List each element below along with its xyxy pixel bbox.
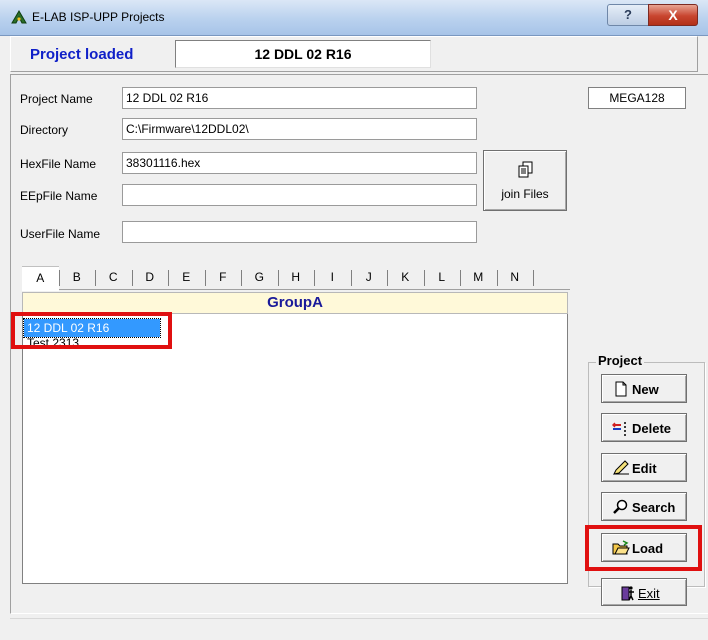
tab-i[interactable]: I — [314, 266, 351, 290]
new-button[interactable]: New — [601, 374, 687, 403]
search-button-label: Search — [632, 500, 676, 515]
userfile-label: UserFile Name — [20, 227, 101, 241]
tab-h[interactable]: H — [278, 266, 315, 290]
app-icon — [11, 10, 27, 24]
project-name-field[interactable]: 12 DDL 02 R16 — [122, 87, 477, 109]
edit-button[interactable]: Edit — [601, 453, 687, 482]
project-list[interactable] — [22, 314, 568, 584]
new-button-label: New — [632, 382, 659, 397]
directory-field[interactable]: C:\Firmware\12DDL02\ — [122, 118, 477, 140]
project-name-label: Project Name — [20, 92, 93, 106]
close-button[interactable]: X — [648, 4, 698, 26]
highlight-box-selected-item — [11, 312, 172, 349]
new-document-icon — [612, 381, 630, 397]
tab-k[interactable]: K — [387, 266, 424, 290]
edit-button-label: Edit — [632, 461, 657, 476]
status-bar — [10, 618, 708, 640]
tab-g[interactable]: G — [241, 266, 278, 290]
tab-l[interactable]: L — [424, 266, 461, 290]
loaded-project-display: 12 DDL 02 R16 — [175, 40, 431, 68]
exit-button[interactable]: Exit — [601, 578, 687, 606]
delete-button[interactable]: Delete — [601, 413, 687, 442]
tab-m[interactable]: M — [460, 266, 497, 290]
copy-files-icon — [516, 160, 536, 180]
hexfile-label: HexFile Name — [20, 157, 97, 171]
userfile-field[interactable] — [122, 221, 477, 243]
eepfile-label: EEpFile Name — [20, 189, 98, 203]
magnifier-icon — [612, 499, 630, 515]
search-button[interactable]: Search — [601, 492, 687, 521]
project-group-caption: Project — [596, 353, 645, 368]
tab-c[interactable]: C — [95, 266, 132, 290]
directory-label: Directory — [20, 123, 69, 137]
join-files-label: join Files — [501, 187, 549, 201]
join-files-button[interactable]: join Files — [483, 150, 567, 211]
tab-d[interactable]: D — [132, 266, 169, 290]
tab-f[interactable]: F — [205, 266, 242, 290]
eepfile-field[interactable] — [122, 184, 477, 206]
tab-b[interactable]: B — [59, 266, 96, 290]
exit-door-icon — [620, 585, 636, 601]
tab-a[interactable]: A — [22, 266, 59, 291]
tab-e[interactable]: E — [168, 266, 205, 290]
window-title: E-LAB ISP-UPP Projects — [32, 10, 165, 24]
status-label: Project loaded — [30, 46, 134, 63]
tab-j[interactable]: J — [351, 266, 388, 290]
pencil-icon — [612, 460, 630, 476]
hexfile-field[interactable]: 38301116.hex — [122, 152, 477, 174]
delete-icon — [611, 420, 630, 436]
group-title: GroupA — [22, 292, 568, 314]
help-button[interactable]: ? — [607, 4, 649, 26]
device-display: MEGA128 — [588, 87, 686, 109]
delete-button-label: Delete — [632, 421, 672, 436]
highlight-box-load-button — [585, 525, 702, 571]
exit-button-label: Exit — [638, 586, 660, 601]
tab-separator — [533, 270, 534, 286]
tab-n[interactable]: N — [497, 266, 534, 290]
